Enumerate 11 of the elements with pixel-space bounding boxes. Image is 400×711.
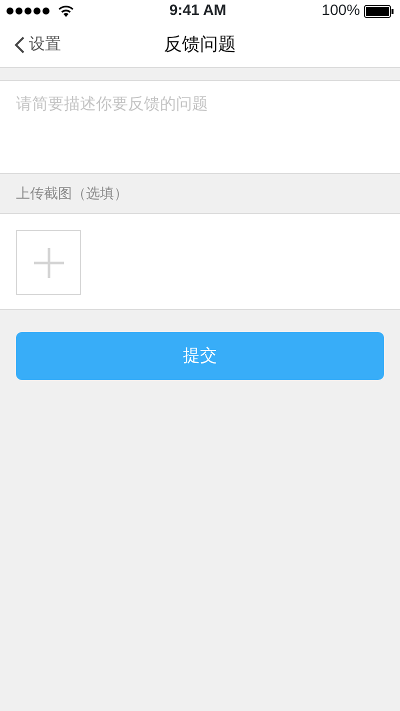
back-button[interactable]: 设置 <box>10 22 65 68</box>
battery-icon <box>364 4 394 18</box>
wifi-icon <box>58 5 74 17</box>
page-title: 反馈问题 <box>164 33 236 56</box>
chevron-left-icon <box>14 36 25 54</box>
battery-percent: 100% <box>322 0 360 21</box>
status-time: 9:41 AM <box>169 0 226 21</box>
add-screenshot-button[interactable] <box>16 230 81 295</box>
plus-icon <box>32 246 64 278</box>
feedback-field[interactable]: 请简要描述你要反馈的问题 <box>0 80 400 174</box>
upload-label: 上传截图（选填） <box>16 184 128 203</box>
